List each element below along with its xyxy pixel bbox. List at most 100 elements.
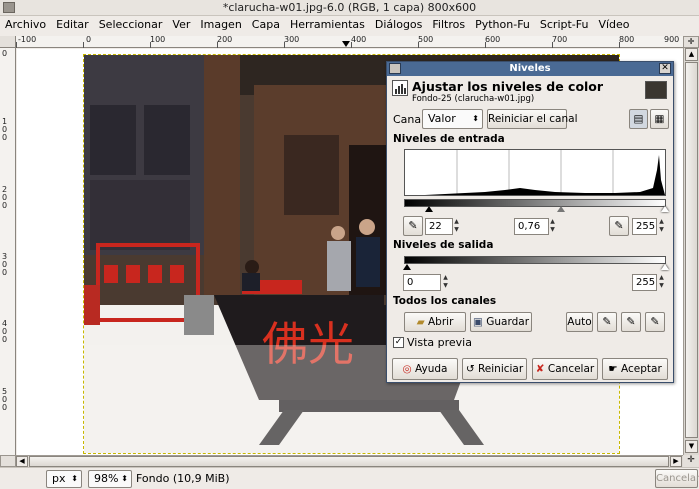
output-high-field[interactable]: 255 (632, 274, 657, 291)
dialog-menu-icon[interactable] (389, 63, 401, 74)
output-low-field[interactable]: 0 (403, 274, 441, 291)
black-picker-icon[interactable]: ✎ (597, 312, 617, 332)
menu-archivo[interactable]: Archivo (0, 16, 51, 33)
ruler-corner[interactable] (0, 36, 16, 48)
ruler-tick (418, 42, 419, 48)
cancel-button[interactable]: ✘ Cancelar (532, 358, 598, 380)
horizontal-scrollbar[interactable]: ◀ ▶ (16, 455, 683, 467)
navigate-icon[interactable]: ✛ (683, 36, 699, 48)
reset-button[interactable]: ↺ Reiniciar (462, 358, 527, 380)
spin-arrows-icon[interactable]: ▲ ▼ (452, 218, 461, 235)
levels-icon (392, 80, 408, 96)
menu-ver[interactable]: Ver (167, 16, 195, 33)
menu-capa[interactable]: Capa (247, 16, 285, 33)
window-menu-icon[interactable] (3, 2, 15, 13)
input-low-handle[interactable] (425, 206, 433, 212)
floppy-icon: ▣ (472, 316, 483, 328)
input-high-handle[interactable] (661, 206, 669, 212)
black-point-picker-icon[interactable]: ✎ (403, 216, 423, 236)
ruler-tick (552, 42, 553, 48)
ruler-label: 0 (86, 35, 92, 44)
horizontal-scroll-thumb[interactable] (29, 456, 669, 467)
white-picker-icon[interactable]: ✎ (645, 312, 665, 332)
save-button-label: Guardar (486, 316, 530, 328)
menu-seleccionar[interactable]: Seleccionar (94, 16, 168, 33)
input-gamma-field[interactable]: 0,76 (514, 218, 549, 235)
ruler-label: 800 (619, 35, 635, 44)
input-gamma-handle[interactable] (557, 206, 565, 212)
input-low-field[interactable]: 22 (425, 218, 453, 235)
menu-video[interactable]: Vídeo (593, 16, 634, 33)
spin-arrows-icon[interactable]: ▲ ▼ (441, 274, 450, 291)
histogram[interactable] (404, 149, 666, 196)
ruler-label: 500 (418, 35, 434, 44)
zoom-select[interactable]: 98% ⬍ (88, 470, 132, 488)
white-point-picker-icon[interactable]: ✎ (609, 216, 629, 236)
input-gradient (404, 199, 666, 207)
menu-editar[interactable]: Editar (51, 16, 94, 33)
vertical-ruler[interactable]: 0 100 200 300 400 500 (0, 48, 16, 455)
linear-histogram-icon[interactable]: ▤ (629, 109, 648, 129)
image-thumbnail (645, 81, 667, 99)
ruler-label: 400 (2, 319, 8, 344)
input-high-field[interactable]: 255 (632, 218, 657, 235)
reset-channel-button[interactable]: Reiniciar el canal (487, 109, 577, 129)
vertical-scroll-thumb[interactable] (685, 62, 698, 438)
ruler-label: 500 (2, 387, 8, 412)
ruler-label: 100 (150, 35, 166, 44)
auto-button[interactable]: Auto (566, 312, 593, 332)
all-channels-label: Todos los canales (393, 295, 497, 307)
menu-filtros[interactable]: Filtros (427, 16, 470, 33)
gray-picker-icon[interactable]: ✎ (621, 312, 641, 332)
ruler-tick (217, 42, 218, 48)
horizontal-ruler[interactable]: -100 0 100 200 300 400 500 600 700 800 9… (16, 35, 683, 48)
scroll-up-icon[interactable]: ▲ (685, 48, 698, 61)
ok-button[interactable]: ☛ Aceptar (602, 358, 668, 380)
ruler-label: 300 (2, 252, 8, 277)
close-icon[interactable]: ✕ (659, 63, 671, 74)
menu-herramientas[interactable]: Herramientas (285, 16, 370, 33)
output-gradient (404, 256, 666, 264)
channel-select[interactable]: Valor ⬍ (422, 109, 483, 129)
ruler-tick (150, 42, 151, 48)
preview-label: Vista previa (407, 336, 472, 349)
menu-dialogos[interactable]: Diálogos (370, 16, 428, 33)
ruler-tick (16, 42, 17, 48)
window-titlebar: *clarucha-w01.jpg-6.0 (RGB, 1 capa) 800x… (0, 0, 699, 16)
lifebuoy-icon: ◎ (402, 363, 412, 375)
help-button[interactable]: ◎ Ayuda (392, 358, 458, 380)
ruler-tick (83, 42, 84, 48)
menu-python-fu[interactable]: Python-Fu (470, 16, 535, 33)
open-button-label: Abrir (428, 316, 454, 328)
zoom-fit-icon[interactable]: ✛ (683, 455, 699, 467)
output-high-handle[interactable] (661, 264, 669, 270)
preview-checkbox[interactable]: ✓ (393, 337, 404, 348)
output-levels-label: Niveles de salida (393, 239, 494, 251)
ruler-tick (485, 42, 486, 48)
scroll-right-icon[interactable]: ▶ (670, 456, 682, 467)
status-cancel-button[interactable]: Cancelar (655, 469, 699, 488)
output-low-handle[interactable] (403, 264, 411, 270)
dialog-heading: Ajustar los niveles de color (412, 79, 604, 94)
quick-mask-icon[interactable] (0, 455, 16, 467)
spin-arrows-icon[interactable]: ▲ ▼ (548, 218, 557, 235)
menu-script-fu[interactable]: Script-Fu (535, 16, 594, 33)
cancel-icon: ✘ (535, 363, 545, 375)
dialog-title: Niveles (509, 63, 551, 74)
scroll-down-icon[interactable]: ▼ (685, 440, 698, 453)
log-histogram-icon[interactable]: ▦ (650, 109, 669, 129)
save-button[interactable]: ▣ Guardar (470, 312, 532, 332)
unit-select[interactable]: px ⬍ (46, 470, 82, 488)
open-button[interactable]: ▰ Abrir (404, 312, 466, 332)
scroll-left-icon[interactable]: ◀ (16, 456, 28, 467)
levels-dialog: Niveles ✕ Ajustar los niveles de color F… (386, 61, 674, 383)
help-button-label: Ayuda (415, 363, 448, 375)
ruler-label: 200 (217, 35, 233, 44)
dialog-titlebar[interactable]: Niveles ✕ (387, 62, 673, 76)
pointer-marker-icon (342, 41, 350, 47)
vertical-scrollbar[interactable]: ▲ ▼ (683, 48, 699, 455)
chevron-updown-icon: ⬍ (71, 474, 78, 483)
spin-arrows-icon[interactable]: ▲ ▼ (657, 274, 666, 291)
spin-arrows-icon[interactable]: ▲ ▼ (657, 218, 666, 235)
menu-imagen[interactable]: Imagen (195, 16, 246, 33)
